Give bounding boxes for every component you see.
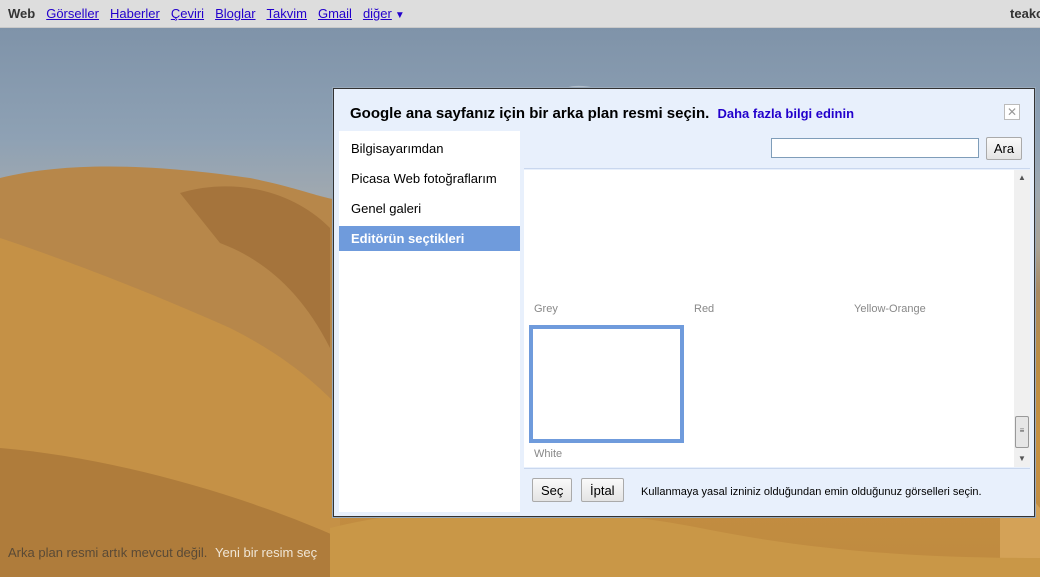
learn-more-link[interactable]: Daha fazla bilgi edinin: [717, 106, 854, 121]
source-sidebar: Bilgisayarımdan Picasa Web fotoğraflarım…: [339, 131, 520, 512]
nav-current-web: Web: [8, 6, 36, 21]
dialog-actions: Seç İptal Kullanmaya yasal izniniz olduğ…: [524, 468, 1030, 512]
tile-label-grey[interactable]: Grey: [534, 303, 558, 315]
sidebar-item-picasa[interactable]: Picasa Web fotoğraflarım: [339, 166, 520, 191]
image-gallery[interactable]: Grey Red Yellow-Orange White: [524, 170, 1014, 467]
select-button[interactable]: Seç: [532, 478, 573, 502]
search-row: Ara: [524, 131, 1030, 169]
background-status: Arka plan resmi artık mevcut değil. Yeni…: [8, 545, 317, 560]
scroll-down-icon[interactable]: ▼: [1014, 451, 1030, 467]
search-input[interactable]: [771, 138, 979, 158]
nav-link-translate[interactable]: Çeviri: [171, 6, 204, 21]
dialog-title: Google ana sayfanız için bir arka plan r…: [350, 105, 854, 122]
top-nav-bar: Web Görseller Haberler Çeviri Bloglar Ta…: [0, 0, 1040, 28]
nav-more[interactable]: diğer ▼: [363, 6, 405, 21]
dialog-header: Google ana sayfanız için bir arka plan r…: [338, 93, 1030, 133]
gallery-scrollbar[interactable]: ▲ ≡ ▼: [1014, 170, 1030, 467]
nav-link-images[interactable]: Görseller: [46, 6, 99, 21]
background-unavailable-text: Arka plan resmi artık mevcut değil.: [8, 545, 208, 560]
tile-thumbnail-white-selected[interactable]: [529, 325, 684, 443]
choose-new-image-link[interactable]: Yeni bir resim seç: [215, 545, 317, 560]
tile-label-red[interactable]: Red: [694, 303, 714, 315]
tile-label-yellow-orange[interactable]: Yellow-Orange: [854, 303, 926, 315]
gallery-panel: Ara Grey Red Yellow-Orange White ▲ ≡ ▼ S…: [524, 131, 1030, 512]
close-icon[interactable]: ✕: [1004, 104, 1020, 120]
sidebar-item-my-computer[interactable]: Bilgisayarımdan: [339, 136, 520, 161]
chevron-down-icon: ▼: [394, 10, 405, 21]
nav-link-news[interactable]: Haberler: [110, 6, 160, 21]
scroll-thumb[interactable]: ≡: [1015, 416, 1029, 448]
nav-link-calendar[interactable]: Takvim: [267, 6, 307, 21]
background-picker-dialog: Google ana sayfanız için bir arka plan r…: [333, 88, 1035, 517]
sidebar-item-public-gallery[interactable]: Genel galeri: [339, 196, 520, 221]
nav-link-gmail[interactable]: Gmail: [318, 6, 352, 21]
cancel-button[interactable]: İptal: [581, 478, 624, 502]
scroll-up-icon[interactable]: ▲: [1014, 170, 1030, 186]
nav-more-label[interactable]: diğer: [363, 6, 392, 21]
sidebar-item-editors-picks[interactable]: Editörün seçtikleri: [339, 226, 520, 251]
legal-hint-text: Kullanmaya yasal izniniz olduğundan emin…: [641, 486, 982, 498]
tile-label-white[interactable]: White: [534, 448, 562, 460]
user-account[interactable]: teako: [1010, 6, 1040, 21]
search-button[interactable]: Ara: [986, 137, 1022, 160]
dialog-title-text: Google ana sayfanız için bir arka plan r…: [350, 105, 710, 122]
nav-link-blogs[interactable]: Bloglar: [215, 6, 255, 21]
